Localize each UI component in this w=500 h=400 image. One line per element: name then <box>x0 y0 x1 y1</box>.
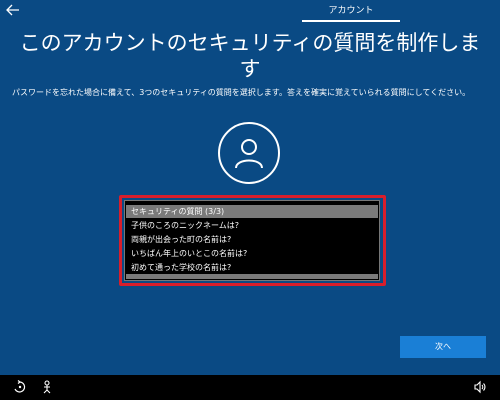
page-title-line1: このアカウントのセキュリティの質問を制作しま <box>19 31 481 55</box>
tab-underline <box>302 20 400 22</box>
back-arrow-icon[interactable] <box>4 2 22 18</box>
next-button[interactable]: 次へ <box>400 336 486 358</box>
dropdown-option[interactable]: 子供のころのニックネームは? <box>126 219 378 232</box>
security-question-dropdown[interactable]: セキュリティの質問 (3/3) 子供のころのニックネームは? 両親が出会った町の… <box>124 200 380 281</box>
dropdown-option[interactable]: 両親が出会った町の名前は? <box>126 233 378 246</box>
dropdown-option[interactable]: いちばん年上のいとこの名前は? <box>126 247 378 260</box>
taskbar <box>0 375 500 400</box>
volume-icon[interactable] <box>472 379 488 395</box>
accessibility-person-icon[interactable] <box>40 379 56 395</box>
page-title-line2: す <box>239 57 261 81</box>
dropdown-option[interactable]: セキュリティの質問 (3/3) <box>126 205 378 218</box>
tab-account[interactable]: アカウント <box>302 0 400 22</box>
ease-of-access-icon[interactable] <box>12 379 28 395</box>
page-subtitle: パスワードを忘れた場合に備えて、3つのセキュリティの質問を選択します。答えを確実… <box>12 88 471 97</box>
user-icon <box>218 122 280 184</box>
top-bar: アカウント <box>0 0 500 22</box>
dropdown-bottom-bar <box>126 274 378 279</box>
dropdown-option[interactable]: 初めて通った学校の名前は? <box>126 261 378 274</box>
page-title: このアカウントのセキュリティの質問を制作しま す <box>0 30 500 82</box>
